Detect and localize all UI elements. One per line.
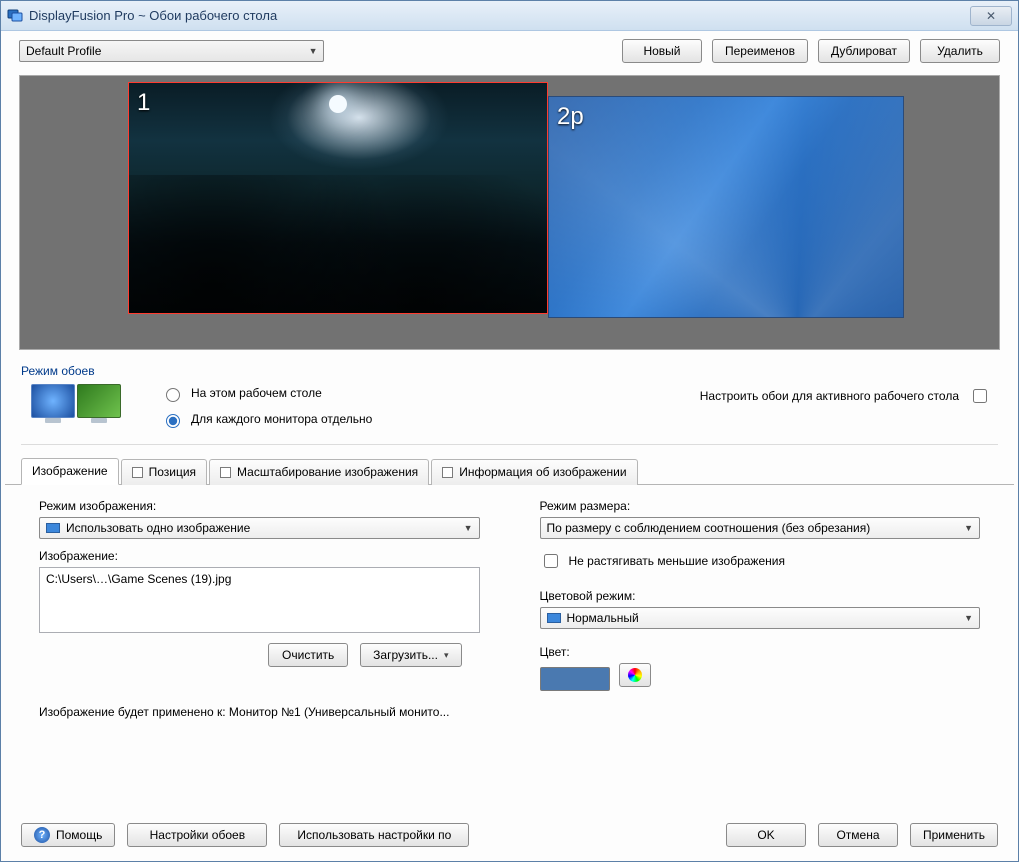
radio-each-monitor[interactable]: Для каждого монитора отдельно xyxy=(161,406,372,432)
close-button[interactable]: ✕ xyxy=(970,6,1012,26)
applied-to-text: Изображение будет применено к: Монитор №… xyxy=(1,699,1018,719)
no-stretch-label: Не растягивать меньшие изображения xyxy=(569,554,785,568)
load-image-button[interactable]: Загрузить... xyxy=(360,643,461,667)
tab-image[interactable]: Изображение xyxy=(21,458,119,485)
tab-scaling-icon xyxy=(220,467,231,478)
tab-image-label: Изображение xyxy=(32,464,108,478)
profile-select-value: Default Profile xyxy=(26,44,101,58)
mode-icon-screen-2 xyxy=(77,384,121,418)
mode-heading: Режим обоев xyxy=(1,354,1018,380)
profile-select[interactable]: Default Profile xyxy=(19,40,324,62)
monitor-2[interactable]: 2р xyxy=(548,96,904,318)
monitor-1-wallpaper xyxy=(129,83,547,313)
tab-info-icon xyxy=(442,467,453,478)
app-window: DisplayFusion Pro ~ Обои рабочего стола … xyxy=(0,0,1019,862)
monitor-1[interactable]: 1 xyxy=(128,82,548,314)
tab-scaling-label: Масштабирование изображения xyxy=(237,465,418,479)
no-stretch-checkbox[interactable] xyxy=(544,554,558,568)
color-picker-button[interactable] xyxy=(619,663,651,687)
monitor-2-wallpaper xyxy=(549,97,903,317)
duplicate-profile-button[interactable]: Дублироват xyxy=(818,39,910,63)
active-desktop-checkbox[interactable] xyxy=(973,389,987,403)
tab-position[interactable]: Позиция xyxy=(121,459,207,485)
tab-position-label: Позиция xyxy=(149,465,196,479)
use-settings-by-button[interactable]: Использовать настройки по xyxy=(279,823,469,847)
radio-each-monitor-input[interactable] xyxy=(166,414,180,428)
divider xyxy=(21,444,998,445)
titlebar[interactable]: DisplayFusion Pro ~ Обои рабочего стола … xyxy=(1,1,1018,31)
image-path-value: C:\Users\…\Game Scenes (19).jpg xyxy=(46,572,231,586)
help-label: Помощь xyxy=(56,828,102,842)
cancel-button[interactable]: Отмена xyxy=(818,823,898,847)
image-mode-icon xyxy=(46,523,60,533)
right-column: Режим размера: По размеру с соблюдением … xyxy=(540,499,981,691)
mode-radio-group: На этом рабочем столе Для каждого монито… xyxy=(131,380,372,432)
window-title: DisplayFusion Pro ~ Обои рабочего стола xyxy=(29,8,970,23)
color-wheel-icon xyxy=(628,668,642,682)
wallpaper-settings-button[interactable]: Настройки обоев xyxy=(127,823,267,847)
tab-scaling[interactable]: Масштабирование изображения xyxy=(209,459,429,485)
apply-button[interactable]: Применить xyxy=(910,823,998,847)
left-column: Режим изображения: Использовать одно изо… xyxy=(39,499,480,691)
image-mode-label: Режим изображения: xyxy=(39,499,480,513)
mode-icon-screen-1 xyxy=(31,384,75,418)
size-mode-combo[interactable]: По размеру с соблюдением соотношения (бе… xyxy=(540,517,981,539)
delete-profile-button[interactable]: Удалить xyxy=(920,39,1000,63)
no-stretch-row[interactable]: Не растягивать меньшие изображения xyxy=(540,551,981,571)
footer: ? Помощь Настройки обоев Использовать нас… xyxy=(1,813,1018,861)
color-mode-icon xyxy=(547,613,561,623)
color-mode-value: Нормальный xyxy=(567,611,639,625)
new-profile-button[interactable]: Новый xyxy=(622,39,702,63)
tab-strip: Изображение Позиция Масштабирование изоб… xyxy=(5,451,1014,485)
rename-profile-button[interactable]: Переименов xyxy=(712,39,808,63)
color-mode-label: Цветовой режим: xyxy=(540,589,981,603)
image-mode-value: Использовать одно изображение xyxy=(66,521,250,535)
size-mode-label: Режим размера: xyxy=(540,499,981,513)
help-button[interactable]: ? Помощь xyxy=(21,823,115,847)
mode-icon xyxy=(31,380,131,418)
color-mode-combo[interactable]: Нормальный xyxy=(540,607,981,629)
help-icon: ? xyxy=(34,827,50,843)
size-mode-value: По размеру с соблюдением соотношения (бе… xyxy=(547,521,871,535)
tab-body: Режим изображения: Использовать одно изо… xyxy=(1,485,1018,699)
mode-row: На этом рабочем столе Для каждого монито… xyxy=(1,380,1018,438)
monitor-1-badge: 1 xyxy=(137,89,150,117)
preview-area: 1 2р xyxy=(19,75,1000,350)
tab-position-icon xyxy=(132,467,143,478)
monitor-2-badge: 2р xyxy=(557,103,584,131)
radio-this-desktop-label: На этом рабочем столе xyxy=(191,386,322,400)
app-icon xyxy=(7,8,23,24)
clear-image-button[interactable]: Очистить xyxy=(268,643,348,667)
active-desktop-label: Настроить обои для активного рабочего ст… xyxy=(700,389,959,403)
profile-toolbar: Default Profile Новый Переименов Дублиро… xyxy=(1,31,1018,67)
image-mode-combo[interactable]: Использовать одно изображение xyxy=(39,517,480,539)
image-path-box[interactable]: C:\Users\…\Game Scenes (19).jpg xyxy=(39,567,480,633)
tab-info[interactable]: Информация об изображении xyxy=(431,459,637,485)
image-path-label: Изображение: xyxy=(39,549,480,563)
radio-this-desktop-input[interactable] xyxy=(166,388,180,402)
color-label: Цвет: xyxy=(540,645,981,659)
radio-each-monitor-label: Для каждого монитора отдельно xyxy=(191,412,372,426)
active-desktop-row: Настроить обои для активного рабочего ст… xyxy=(700,380,998,406)
radio-this-desktop[interactable]: На этом рабочем столе xyxy=(161,380,372,406)
ok-button[interactable]: OK xyxy=(726,823,806,847)
tab-info-label: Информация об изображении xyxy=(459,465,626,479)
color-swatch[interactable] xyxy=(540,667,610,691)
